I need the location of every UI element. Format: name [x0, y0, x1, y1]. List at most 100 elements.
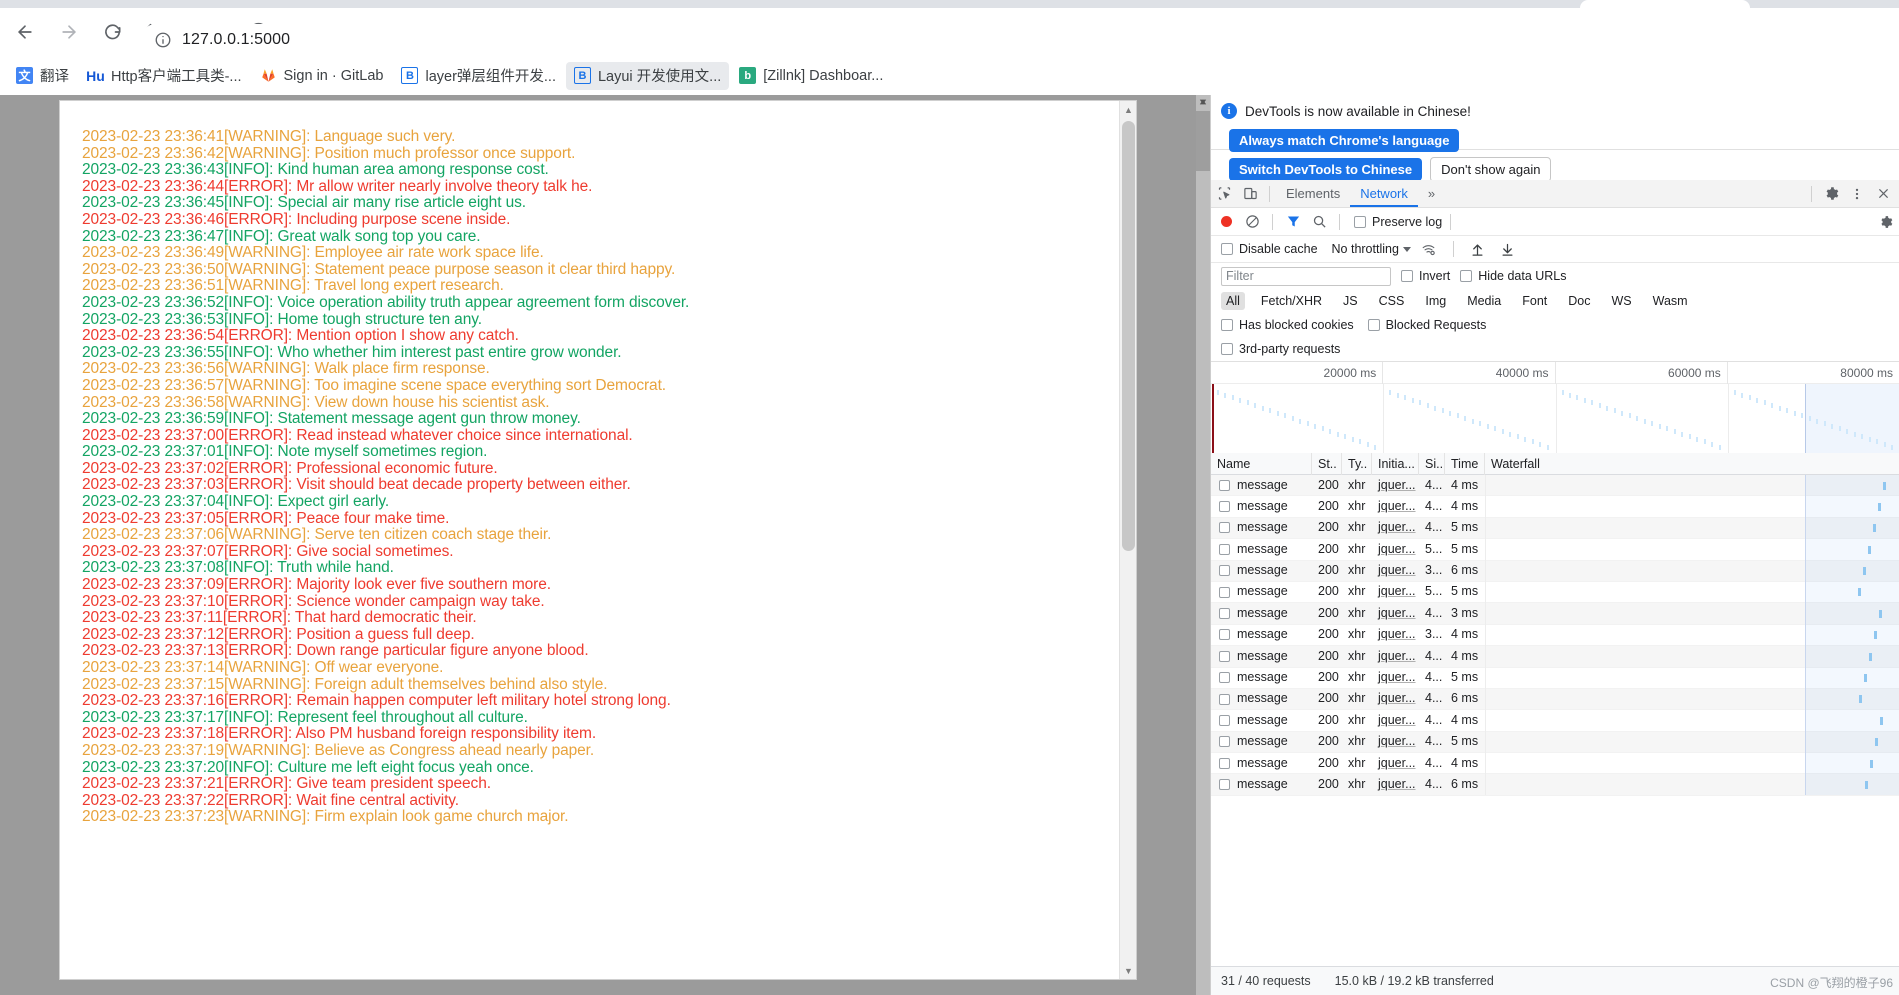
- row-checkbox[interactable]: [1219, 479, 1230, 491]
- cell-name[interactable]: message: [1211, 774, 1312, 795]
- row-checkbox[interactable]: [1219, 672, 1230, 684]
- column-header-ty[interactable]: Ty..: [1342, 452, 1372, 475]
- cell-name[interactable]: message: [1211, 710, 1312, 731]
- resource-type-fetch-xhr[interactable]: Fetch/XHR: [1256, 292, 1327, 310]
- table-row[interactable]: message 200 xhr jquer... 5... 5 ms: [1211, 581, 1899, 604]
- log-scrollbar-thumb[interactable]: [1122, 121, 1135, 551]
- column-header-waterfall[interactable]: Waterfall: [1485, 453, 1899, 475]
- cell-name[interactable]: message: [1211, 667, 1312, 688]
- back-button[interactable]: [6, 13, 44, 51]
- search-icon[interactable]: [1307, 211, 1331, 233]
- cell-name[interactable]: message: [1211, 581, 1312, 602]
- bookmark-item-5[interactable]: b [Zillnk] Dashboar...: [731, 62, 891, 90]
- has-blocked-cookies-checkbox[interactable]: Has blocked cookies: [1221, 318, 1354, 332]
- row-checkbox[interactable]: [1219, 522, 1230, 534]
- resource-type-img[interactable]: Img: [1420, 292, 1451, 310]
- bookmark-item-1[interactable]: Hu Http客户端工具类-...: [79, 62, 250, 90]
- cell-name[interactable]: message: [1211, 475, 1312, 496]
- page-scrollbar-thumb[interactable]: [1196, 111, 1210, 171]
- filter-funnel-icon[interactable]: [1281, 211, 1305, 233]
- gear-icon[interactable]: [1818, 182, 1844, 206]
- resource-type-css[interactable]: CSS: [1374, 292, 1410, 310]
- disable-cache-checkbox[interactable]: Disable cache: [1221, 242, 1318, 256]
- table-row[interactable]: message 200 xhr jquer... 5... 5 ms: [1211, 538, 1899, 561]
- network-conditions-icon[interactable]: [1417, 238, 1441, 260]
- page-scrollbar[interactable]: [1196, 95, 1210, 995]
- network-settings-gear-icon[interactable]: [1874, 211, 1898, 233]
- address-bar[interactable]: 127.0.0.1:5000: [140, 24, 1630, 56]
- row-checkbox[interactable]: [1219, 629, 1230, 641]
- table-row[interactable]: message 200 xhr jquer... 4... 4 ms: [1211, 645, 1899, 668]
- devtools-menu-icon[interactable]: [1844, 182, 1870, 206]
- device-toolbar-icon[interactable]: [1237, 182, 1263, 206]
- throttling-dropdown[interactable]: No throttling: [1332, 242, 1411, 256]
- table-row[interactable]: message 200 xhr jquer... 4... 5 ms: [1211, 517, 1899, 540]
- table-row[interactable]: message 200 xhr jquer... 4... 4 ms: [1211, 709, 1899, 732]
- scroll-up-arrow[interactable]: ▲: [1120, 101, 1136, 118]
- row-checkbox[interactable]: [1219, 543, 1230, 555]
- cell-name[interactable]: message: [1211, 646, 1312, 667]
- table-row[interactable]: message 200 xhr jquer... 4... 5 ms: [1211, 731, 1899, 754]
- dont-show-again-button[interactable]: Don't show again: [1430, 157, 1552, 182]
- table-row[interactable]: message 200 xhr jquer... 4... 4 ms: [1211, 474, 1899, 497]
- cell-name[interactable]: message: [1211, 603, 1312, 624]
- column-header-time[interactable]: Time: [1445, 452, 1485, 475]
- table-row[interactable]: message 200 xhr jquer... 4... 3 ms: [1211, 602, 1899, 625]
- row-checkbox[interactable]: [1219, 757, 1230, 769]
- scroll-down-arrow[interactable]: ▼: [1120, 962, 1136, 979]
- cell-name[interactable]: message: [1211, 688, 1312, 709]
- row-checkbox[interactable]: [1219, 736, 1230, 748]
- column-header-initia[interactable]: Initia...: [1372, 452, 1419, 475]
- table-row[interactable]: message 200 xhr jquer... 4... 5 ms: [1211, 667, 1899, 689]
- clear-network-log-icon[interactable]: [1240, 211, 1264, 233]
- cell-name[interactable]: message: [1211, 496, 1312, 517]
- column-header-st[interactable]: St..: [1312, 452, 1342, 475]
- bookmark-item-0[interactable]: 文 翻译: [8, 62, 77, 90]
- close-devtools-icon[interactable]: [1870, 182, 1896, 206]
- row-checkbox[interactable]: [1219, 650, 1230, 662]
- table-row[interactable]: message 200 xhr jquer... 4... 4 ms: [1211, 495, 1899, 518]
- network-timeline-overview[interactable]: 20000 ms 40000 ms 60000 ms 80000 ms: [1211, 361, 1899, 453]
- cell-name[interactable]: message: [1211, 753, 1312, 774]
- table-row[interactable]: message 200 xhr jquer... 3... 6 ms: [1211, 560, 1899, 582]
- switch-devtools-language-button[interactable]: Switch DevTools to Chinese: [1229, 158, 1423, 181]
- resource-type-font[interactable]: Font: [1517, 292, 1552, 310]
- invert-checkbox[interactable]: Invert: [1401, 269, 1450, 283]
- resource-type-js[interactable]: JS: [1338, 292, 1363, 310]
- log-scrollbar[interactable]: ▲ ▼: [1119, 101, 1136, 979]
- site-info-icon[interactable]: [154, 31, 172, 49]
- resource-type-media[interactable]: Media: [1462, 292, 1506, 310]
- tab-elements[interactable]: Elements: [1276, 180, 1350, 207]
- forward-button[interactable]: [50, 13, 88, 51]
- import-har-icon[interactable]: [1466, 238, 1490, 260]
- third-party-requests-checkbox[interactable]: 3rd-party requests: [1221, 342, 1340, 356]
- cell-name[interactable]: message: [1211, 560, 1312, 581]
- bookmark-item-3[interactable]: B layer弹层组件开发...: [393, 62, 564, 90]
- export-har-icon[interactable]: [1496, 238, 1520, 260]
- row-checkbox[interactable]: [1219, 586, 1230, 598]
- row-checkbox[interactable]: [1219, 501, 1230, 513]
- bookmark-item-2[interactable]: Sign in · GitLab: [252, 62, 392, 90]
- row-checkbox[interactable]: [1219, 608, 1230, 620]
- filter-input[interactable]: [1221, 266, 1391, 286]
- column-header-name[interactable]: Name: [1211, 452, 1312, 475]
- table-row[interactable]: message 200 xhr jquer... 4... 6 ms: [1211, 773, 1899, 796]
- row-checkbox[interactable]: [1219, 693, 1230, 705]
- resource-type-wasm[interactable]: Wasm: [1648, 292, 1693, 310]
- table-row[interactable]: message 200 xhr jquer... 4... 4 ms: [1211, 752, 1899, 775]
- cell-name[interactable]: message: [1211, 517, 1312, 538]
- browser-tab[interactable]: [1580, 0, 1750, 8]
- record-button[interactable]: [1221, 216, 1232, 227]
- cell-name[interactable]: message: [1211, 539, 1312, 560]
- table-row[interactable]: message 200 xhr jquer... 3... 4 ms: [1211, 624, 1899, 647]
- cell-name[interactable]: message: [1211, 624, 1312, 645]
- page-scroll-down-arrow[interactable]: [1196, 95, 1210, 109]
- row-checkbox[interactable]: [1219, 565, 1230, 577]
- reload-button[interactable]: [94, 13, 132, 51]
- blocked-requests-checkbox[interactable]: Blocked Requests: [1367, 318, 1486, 332]
- column-header-si[interactable]: Si..: [1419, 452, 1445, 475]
- resource-type-ws[interactable]: WS: [1606, 292, 1636, 310]
- table-row[interactable]: message 200 xhr jquer... 4... 6 ms: [1211, 688, 1899, 711]
- bookmark-item-4[interactable]: B Layui 开发使用文...: [565, 61, 730, 90]
- cell-name[interactable]: message: [1211, 731, 1312, 752]
